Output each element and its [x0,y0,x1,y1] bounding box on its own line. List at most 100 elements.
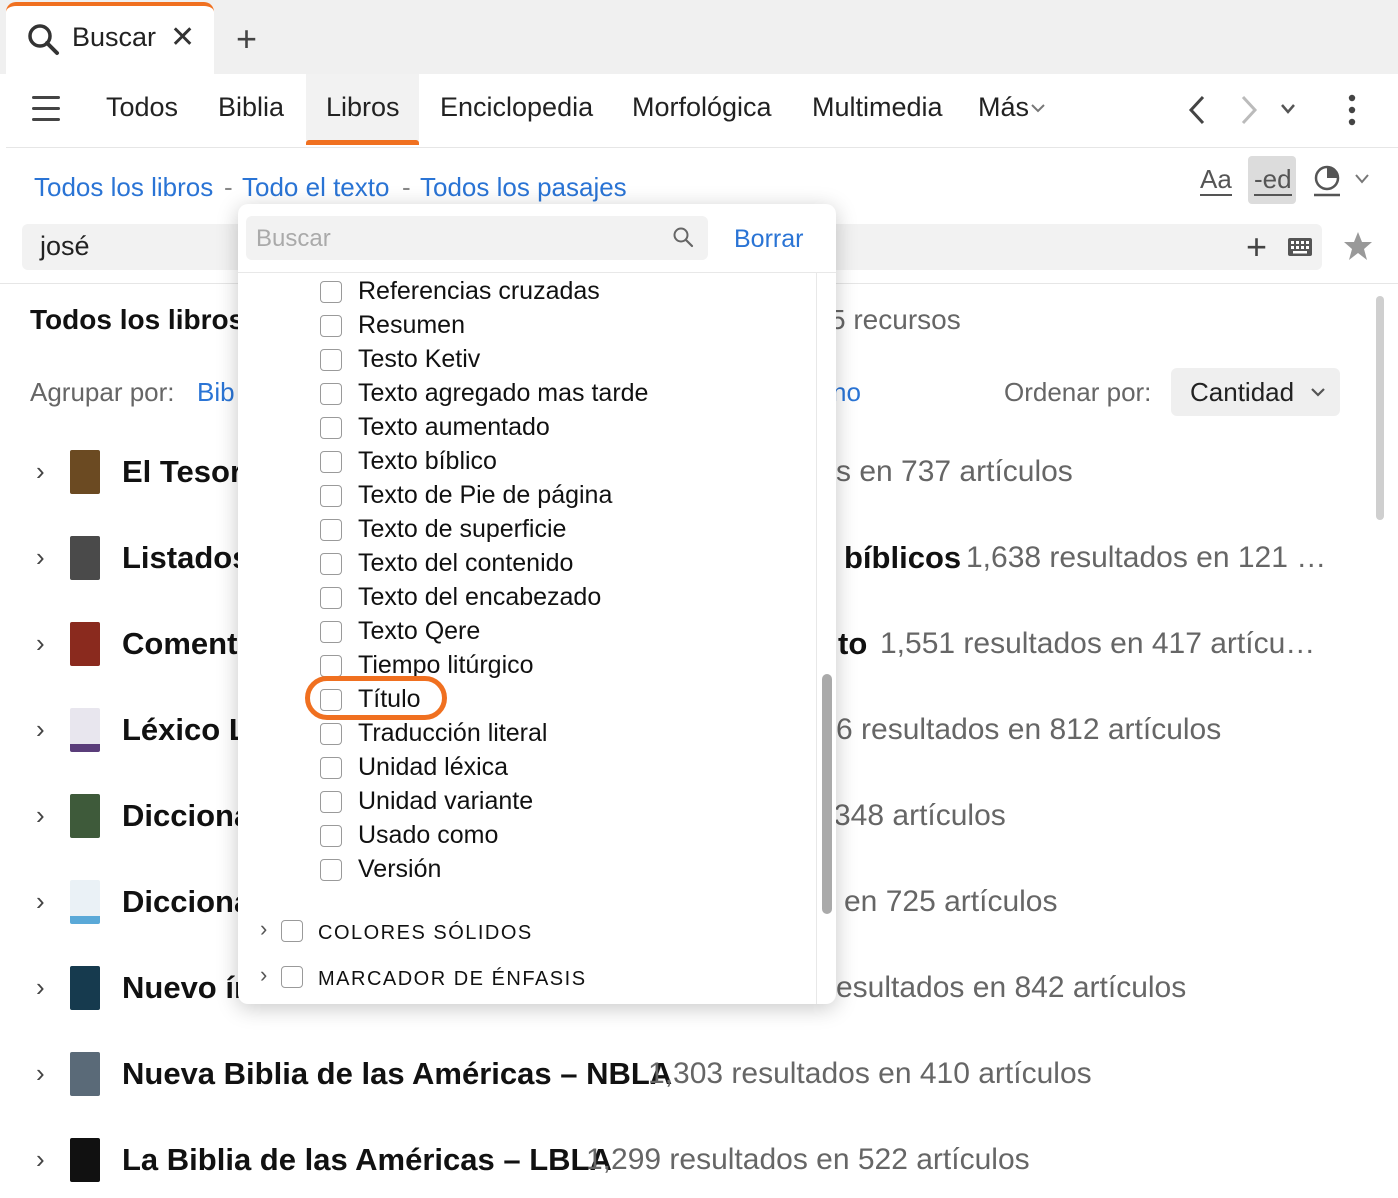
option-label: Texto de Pie de página [358,481,613,509]
expand-chevron-icon[interactable]: › [36,886,45,917]
expand-chevron-icon[interactable]: › [36,628,45,659]
book-cover [70,708,100,752]
row-title[interactable]: La Biblia de las Américas – LBLA [122,1142,612,1178]
chevron-down-icon[interactable] [1030,102,1046,114]
star-icon[interactable] [1342,230,1374,262]
tab-todos[interactable]: Todos [106,92,178,123]
sort-by-label: Ordenar por: [1004,377,1152,407]
menu-icon[interactable] [32,96,60,129]
forward-icon[interactable] [1238,94,1260,126]
tab-libros[interactable]: Libros [326,92,400,123]
row-title[interactable]: Dicciona [122,798,251,834]
back-icon[interactable] [1186,94,1208,126]
tab-biblia[interactable]: Biblia [218,92,284,123]
dropdown-scroll-track [816,272,817,1004]
search-icon [28,24,59,55]
breadcrumb-separator: - [402,172,411,202]
search-query[interactable]: josé [40,231,90,262]
dropdown-divider [238,272,836,273]
row-stats: s en 737 artículos [836,455,1073,488]
row-stats: 348 artículos [834,799,1006,832]
ed-button[interactable]: -ed [1254,164,1292,196]
option-checkbox[interactable] [320,587,342,609]
option-checkbox[interactable] [320,383,342,405]
book-cover [70,450,100,494]
expand-chevron-icon[interactable]: › [36,972,45,1003]
chevron-right-icon[interactable]: › [260,962,267,988]
option-checkbox[interactable] [320,315,342,337]
breadcrumb-texto[interactable]: Todo el texto [242,172,389,203]
results-count: 5 recursos [830,304,961,335]
book-cover [70,536,100,580]
option-checkbox[interactable] [320,281,342,303]
row-stats: en 725 artículos [844,885,1058,918]
font-size-button[interactable]: Aa [1200,164,1232,196]
expand-chevron-icon[interactable]: › [36,800,45,831]
expand-chevron-icon[interactable]: › [36,456,45,487]
dropdown-search-placeholder: Buscar [256,225,331,252]
option-label: Texto agregado mas tarde [358,379,649,407]
option-label: Texto Qere [358,617,481,645]
plus-icon[interactable]: + [236,18,257,60]
chevron-down-icon[interactable] [1310,386,1326,398]
option-checkbox[interactable] [320,349,342,371]
breadcrumb-pasajes[interactable]: Todos los pasajes [420,172,627,203]
group-checkbox[interactable] [281,966,303,988]
close-icon[interactable]: ✕ [170,20,195,55]
tab-multimedia[interactable]: Multimedia [812,92,943,123]
option-checkbox[interactable] [320,825,342,847]
group-by-value[interactable]: Bib [197,377,235,408]
keyboard-icon[interactable] [1287,237,1313,257]
option-checkbox[interactable] [320,791,342,813]
group-checkbox[interactable] [281,920,303,942]
tab-enciclopedia[interactable]: Enciclopedia [440,92,593,123]
more-vertical-icon[interactable] [1346,94,1358,126]
chevron-down-icon[interactable] [1354,172,1370,186]
highlight-ring [305,676,447,720]
option-label: Texto bíblico [358,447,497,475]
row-stats: 1,303 resultados en 410 artículos [648,1057,1092,1090]
option-checkbox[interactable] [320,757,342,779]
book-cover [70,880,100,924]
breadcrumb-separator: - [224,172,233,202]
book-cover [70,966,100,1010]
option-checkbox[interactable] [320,519,342,541]
option-checkbox[interactable] [320,621,342,643]
breadcrumb-libros[interactable]: Todos los libros [34,172,213,203]
option-label: Traducción literal [358,719,548,747]
option-label: Unidad léxica [358,753,509,781]
tab-morfologica[interactable]: Morfológica [632,92,772,123]
chevron-right-icon[interactable]: › [260,916,267,942]
add-icon[interactable]: + [1246,226,1267,268]
row-title[interactable]: Listados [122,540,249,576]
theme-icon[interactable] [1312,164,1346,198]
expand-chevron-icon[interactable]: › [36,1058,45,1089]
row-title[interactable]: Nuevo ín [122,970,253,1006]
results-scrollbar[interactable] [1376,296,1384,520]
option-label: Texto del contenido [358,549,574,577]
option-checkbox[interactable] [320,859,342,881]
option-label: Usado como [358,821,499,849]
option-checkbox[interactable] [320,723,342,745]
row-title[interactable]: Dicciona [122,884,251,920]
expand-chevron-icon[interactable]: › [36,1144,45,1175]
group-by-value-tail[interactable]: no [832,377,861,408]
group-label: COLORES SÓLIDOS [318,922,533,944]
option-checkbox[interactable] [320,553,342,575]
clear-button[interactable]: Borrar [734,225,803,254]
row-title[interactable]: Comenta [122,626,255,662]
results-title: Todos los libros [30,304,245,335]
row-stats: esultados en 842 artículos [836,971,1187,1004]
option-checkbox[interactable] [320,655,342,677]
option-label: Texto de superficie [358,515,567,543]
history-chevron-icon[interactable] [1280,102,1296,116]
option-checkbox[interactable] [320,451,342,473]
dropdown-scrollbar[interactable] [822,674,832,914]
row-title[interactable]: Nueva Biblia de las Américas – NBLA [122,1056,672,1092]
option-label: Versión [358,855,442,883]
expand-chevron-icon[interactable]: › [36,714,45,745]
option-checkbox[interactable] [320,485,342,507]
option-checkbox[interactable] [320,417,342,439]
tab-mas[interactable]: Más [978,92,1029,123]
expand-chevron-icon[interactable]: › [36,542,45,573]
